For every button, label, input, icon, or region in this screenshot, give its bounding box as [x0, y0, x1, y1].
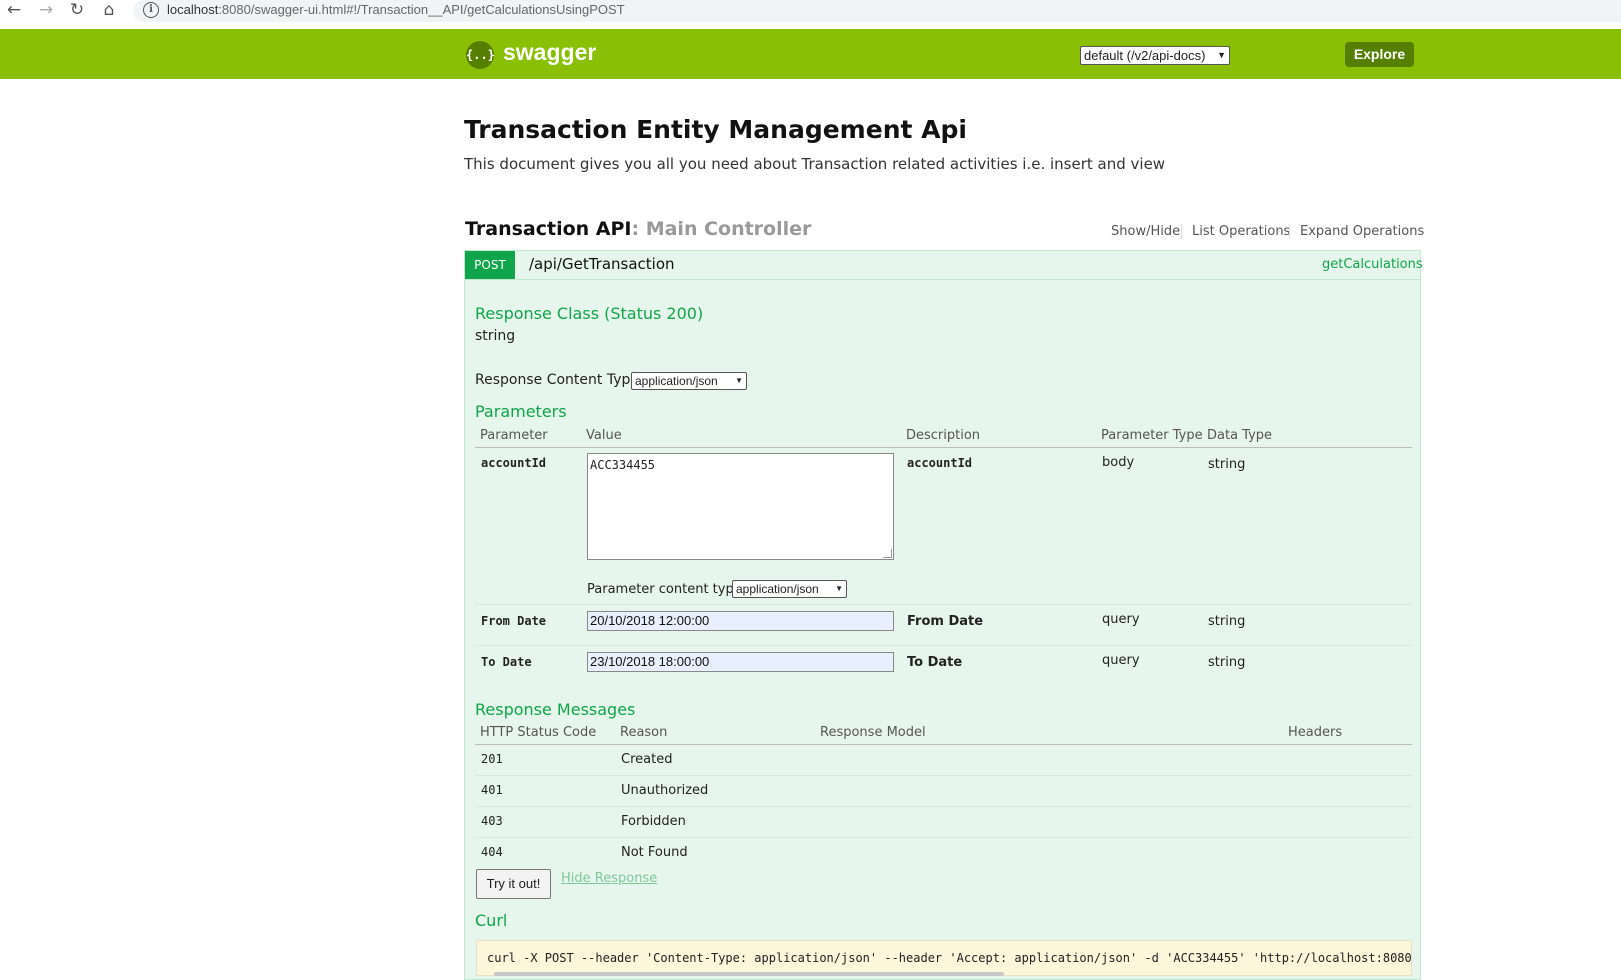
hide-response-link[interactable]: Hide Response — [561, 871, 657, 886]
param-description: From Date — [907, 614, 984, 629]
param-content-type-label: Parameter content type: — [587, 582, 747, 597]
status-reason: Forbidden — [621, 814, 686, 829]
resource-controller: : Main Controller — [631, 218, 812, 240]
param-description: To Date — [907, 655, 963, 670]
curl-heading: Curl — [475, 911, 508, 930]
expand-operations-link[interactable]: Expand Operations — [1300, 224, 1424, 239]
param-description: accountId — [907, 456, 973, 470]
list-operations-link[interactable]: List Operations — [1192, 224, 1290, 239]
horizontal-scrollbar[interactable] — [494, 972, 1004, 976]
address-bar[interactable]: i localhost:8080/swagger-ui.html#!/Trans… — [133, 0, 1621, 22]
divider — [475, 775, 1412, 776]
api-title: Transaction Entity Management Api — [464, 115, 967, 144]
resource-name[interactable]: Transaction API — [465, 218, 631, 240]
parameters-heading: Parameters — [475, 402, 567, 421]
divider — [475, 744, 1412, 745]
chevron-down-icon: ▼ — [835, 584, 843, 593]
link-divider — [1181, 224, 1182, 239]
account-id-textarea[interactable]: ACC334455 — [587, 453, 894, 560]
divider — [475, 837, 1412, 838]
swagger-logo-text: swagger — [503, 39, 597, 65]
divider — [475, 645, 1412, 646]
response-content-type-label: Response Content Type — [475, 372, 639, 388]
swagger-header: {..} swagger default (/v2/api-docs) ▼ Ex… — [0, 29, 1621, 79]
param-type: query — [1102, 653, 1140, 668]
param-data-type: string — [1208, 655, 1246, 670]
operation-nickname[interactable]: getCalculations — [1322, 257, 1423, 272]
resp-col-model: Response Model — [820, 725, 926, 740]
divider — [475, 447, 1412, 448]
param-data-type: string — [1208, 614, 1246, 629]
status-code: 401 — [481, 783, 503, 797]
from-date-input[interactable]: 20/10/2018 12:00:00 — [587, 611, 894, 631]
param-col-value: Value — [586, 428, 622, 443]
response-messages-heading: Response Messages — [475, 700, 636, 719]
param-col-parameter: Parameter — [480, 428, 548, 443]
status-code: 404 — [481, 845, 503, 859]
resp-col-status: HTTP Status Code — [480, 725, 597, 740]
method-badge[interactable]: POST — [465, 251, 515, 279]
explore-button[interactable]: Explore — [1345, 42, 1414, 67]
status-reason: Not Found — [621, 845, 688, 860]
back-icon[interactable]: ← — [3, 0, 25, 22]
chevron-down-icon: ▼ — [1217, 50, 1226, 60]
spec-select[interactable]: default (/v2/api-docs) ▼ — [1080, 46, 1230, 65]
param-content-type-select[interactable]: application/json ▼ — [732, 580, 847, 598]
curl-command: curl -X POST --header 'Content-Type: app… — [476, 940, 1412, 976]
param-col-data-type: Data Type — [1207, 428, 1273, 443]
param-name: To Date — [481, 655, 532, 669]
param-col-description: Description — [906, 428, 981, 443]
divider — [475, 604, 1412, 605]
param-type: body — [1102, 455, 1135, 470]
resize-handle-icon[interactable] — [883, 549, 892, 558]
browser-toolbar: ← → ↻ ⌂ i localhost:8080/swagger-ui.html… — [0, 0, 1621, 24]
divider — [475, 806, 1412, 807]
status-code: 403 — [481, 814, 503, 828]
param-type: query — [1102, 612, 1140, 627]
status-reason: Created — [621, 752, 673, 767]
show-hide-link[interactable]: Show/Hide — [1111, 224, 1180, 239]
link-divider — [1289, 224, 1290, 239]
home-icon[interactable]: ⌂ — [98, 0, 120, 22]
param-data-type: string — [1208, 457, 1246, 472]
status-code: 201 — [481, 752, 503, 766]
swagger-logo-icon: {..} — [466, 41, 495, 69]
reload-icon[interactable]: ↻ — [66, 0, 88, 22]
to-date-input[interactable]: 23/10/2018 18:00:00 — [587, 652, 894, 672]
response-class-heading: Response Class (Status 200) — [475, 304, 704, 323]
chevron-down-icon: ▼ — [735, 376, 743, 385]
forward-icon[interactable]: → — [35, 0, 57, 22]
info-icon[interactable]: i — [143, 2, 159, 18]
param-name: From Date — [481, 614, 547, 628]
operation-path[interactable]: /api/GetTransaction — [529, 255, 675, 273]
response-content-type-select[interactable]: application/json ▼ — [631, 372, 747, 390]
param-col-type: Parameter Type — [1101, 428, 1203, 443]
resp-col-headers: Headers — [1288, 725, 1343, 740]
resource-heading[interactable]: Transaction API: Main Controller — [465, 218, 811, 240]
status-reason: Unauthorized — [621, 783, 709, 798]
resp-col-reason: Reason — [620, 725, 668, 740]
url-text: localhost:8080/swagger-ui.html#!/Transac… — [167, 2, 625, 17]
api-description: This document gives you all you need abo… — [464, 155, 1166, 173]
param-name: accountId — [481, 456, 547, 470]
try-it-out-button[interactable]: Try it out! — [476, 869, 551, 899]
response-class-value: string — [475, 328, 516, 344]
